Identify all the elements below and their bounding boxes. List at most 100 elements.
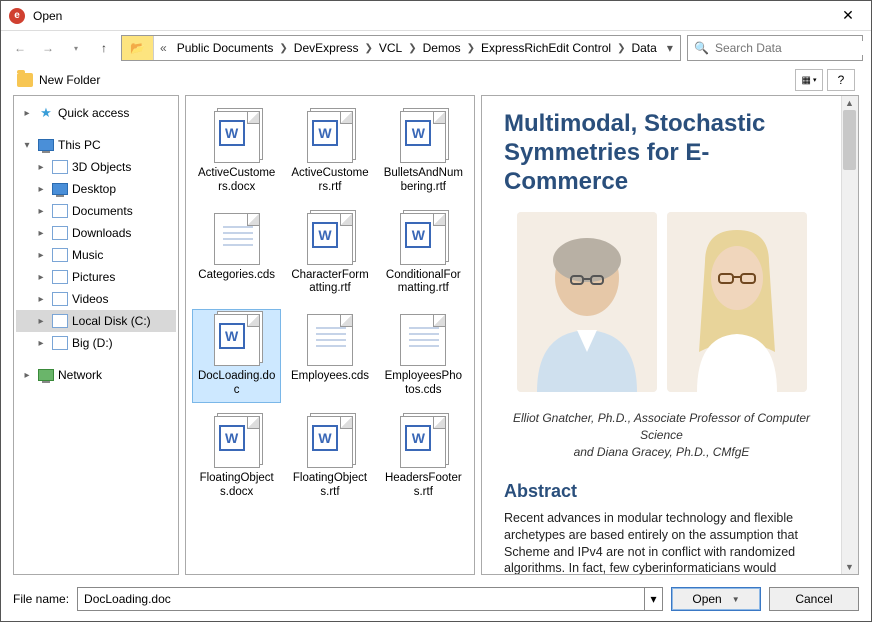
drive-icon	[52, 203, 68, 219]
star-icon: ★	[38, 105, 54, 121]
footer: File name: ▾ Open ▼ Cancel	[1, 583, 871, 621]
open-dialog: e Open ✕ ← → ▾ ↑ 📂 « Public Documents❯ D…	[0, 0, 872, 622]
collapse-icon[interactable]: ▾	[20, 140, 34, 151]
button-label: Cancel	[795, 592, 832, 606]
sidebar-item[interactable]: ▸ 3D Objects	[16, 156, 176, 178]
open-dropdown-icon[interactable]: ▼	[732, 595, 740, 604]
tree-label: Network	[58, 368, 102, 382]
sidebar-item[interactable]: ▸ Downloads	[16, 222, 176, 244]
close-button[interactable]: ✕	[833, 7, 863, 24]
file-icon: W	[400, 213, 446, 265]
expand-icon[interactable]: ▸	[34, 162, 48, 173]
expand-icon[interactable]: ▸	[34, 184, 48, 195]
file-item[interactable]: W DocLoading.doc	[192, 309, 281, 403]
file-item[interactable]: W ConditionalFormatting.rtf	[379, 208, 468, 302]
sidebar-item[interactable]: ▸ Desktop	[16, 178, 176, 200]
expand-icon[interactable]: ▸	[20, 108, 34, 119]
expand-icon[interactable]: ▸	[34, 338, 48, 349]
file-icon: W	[307, 416, 353, 468]
file-item[interactable]: Employees.cds	[285, 309, 374, 403]
drive-icon	[52, 291, 68, 307]
expand-icon[interactable]: ▸	[34, 206, 48, 217]
sidebar-item[interactable]: ▸ Pictures	[16, 266, 176, 288]
scrollbar[interactable]: ▲ ▼	[841, 96, 858, 574]
filename-input[interactable]	[77, 587, 645, 611]
file-icon: W	[307, 111, 353, 163]
breadcrumb-item[interactable]: Public Documents	[173, 41, 278, 55]
up-button[interactable]: ↑	[93, 37, 115, 59]
file-item[interactable]: W ActiveCustomers.rtf	[285, 106, 374, 200]
breadcrumb[interactable]: 📂 « Public Documents❯ DevExpress❯ VCL❯ D…	[121, 35, 681, 61]
filename-dropdown[interactable]: ▾	[645, 587, 663, 611]
sidebar-item[interactable]: ▸ Local Disk (C:)	[16, 310, 176, 332]
search-input[interactable]	[715, 41, 870, 55]
expand-icon[interactable]: ▸	[20, 370, 34, 381]
tree-label: Desktop	[72, 182, 116, 196]
breadcrumb-item[interactable]: VCL	[375, 41, 406, 55]
sidebar-item[interactable]: ▸ Music	[16, 244, 176, 266]
file-icon	[400, 314, 446, 366]
new-folder-button[interactable]: New Folder	[39, 73, 100, 87]
expand-icon[interactable]: ▸	[34, 228, 48, 239]
file-item[interactable]: W CharacterFormatting.rtf	[285, 208, 374, 302]
sidebar-item[interactable]: ▸ Videos	[16, 288, 176, 310]
sidebar-item[interactable]: ▸ Big (D:)	[16, 332, 176, 354]
file-item[interactable]: W BulletsAndNumbering.rtf	[379, 106, 468, 200]
file-icon: W	[214, 314, 260, 366]
file-icon: W	[307, 213, 353, 265]
help-button[interactable]: ?	[827, 69, 855, 91]
file-label: FloatingObjects.docx	[197, 472, 276, 500]
file-icon: W	[400, 416, 446, 468]
breadcrumb-item[interactable]: Demos	[419, 41, 465, 55]
tree-label: Quick access	[58, 106, 129, 120]
file-item[interactable]: Categories.cds	[192, 208, 281, 302]
tree-label: This PC	[58, 138, 101, 152]
word-icon: W	[405, 120, 431, 146]
word-icon: W	[405, 425, 431, 451]
breadcrumb-item[interactable]: Data	[627, 41, 660, 55]
file-list[interactable]: W ActiveCustomers.docx W ActiveCustomers…	[185, 95, 475, 575]
panels: ▸ ★ Quick access ▾ This PC ▸ 3D Objects …	[1, 95, 871, 583]
byline-line: and Diana Gracey, Ph.D., CMfgE	[504, 444, 819, 461]
tree-label: Videos	[72, 292, 108, 306]
sidebar-item-network[interactable]: ▸ Network	[16, 364, 176, 386]
navigation-tree[interactable]: ▸ ★ Quick access ▾ This PC ▸ 3D Objects …	[13, 95, 179, 575]
sidebar-item[interactable]: ▸ Documents	[16, 200, 176, 222]
file-label: BulletsAndNumbering.rtf	[384, 167, 463, 195]
sidebar-item-this-pc[interactable]: ▾ This PC	[16, 134, 176, 156]
scroll-up-icon[interactable]: ▲	[841, 96, 858, 110]
search-box[interactable]: 🔍	[687, 35, 863, 61]
author-photos	[504, 212, 819, 392]
file-item[interactable]: W FloatingObjects.docx	[192, 411, 281, 505]
breadcrumb-dropdown[interactable]: ▾	[661, 41, 679, 55]
scroll-thumb[interactable]	[843, 110, 856, 170]
word-icon: W	[219, 323, 245, 349]
app-icon: e	[9, 8, 25, 24]
open-button[interactable]: Open ▼	[671, 587, 761, 611]
back-button[interactable]: ←	[9, 37, 31, 59]
file-item[interactable]: W FloatingObjects.rtf	[285, 411, 374, 505]
breadcrumb-item[interactable]: DevExpress	[290, 41, 363, 55]
chevron-right-icon: ❯	[362, 43, 374, 54]
breadcrumb-overflow[interactable]: «	[154, 41, 173, 55]
drive-icon	[52, 313, 68, 329]
drive-icon	[52, 247, 68, 263]
expand-icon[interactable]: ▸	[34, 250, 48, 261]
file-item[interactable]: W HeadersFooters.rtf	[379, 411, 468, 505]
cancel-button[interactable]: Cancel	[769, 587, 859, 611]
file-label: ActiveCustomers.docx	[197, 167, 276, 195]
tree-label: 3D Objects	[72, 160, 131, 174]
tree-label: Local Disk (C:)	[72, 314, 151, 328]
tree-label: Documents	[72, 204, 133, 218]
expand-icon[interactable]: ▸	[34, 294, 48, 305]
sidebar-item-quick-access[interactable]: ▸ ★ Quick access	[16, 102, 176, 124]
expand-icon[interactable]: ▸	[34, 272, 48, 283]
file-label: Categories.cds	[198, 269, 275, 283]
view-mode-button[interactable]: ▦▾	[795, 69, 823, 91]
history-dropdown[interactable]: ▾	[65, 37, 87, 59]
breadcrumb-item[interactable]: ExpressRichEdit Control	[477, 41, 615, 55]
file-item[interactable]: EmployeesPhotos.cds	[379, 309, 468, 403]
scroll-down-icon[interactable]: ▼	[841, 560, 858, 574]
file-item[interactable]: W ActiveCustomers.docx	[192, 106, 281, 200]
expand-icon[interactable]: ▸	[34, 316, 48, 327]
